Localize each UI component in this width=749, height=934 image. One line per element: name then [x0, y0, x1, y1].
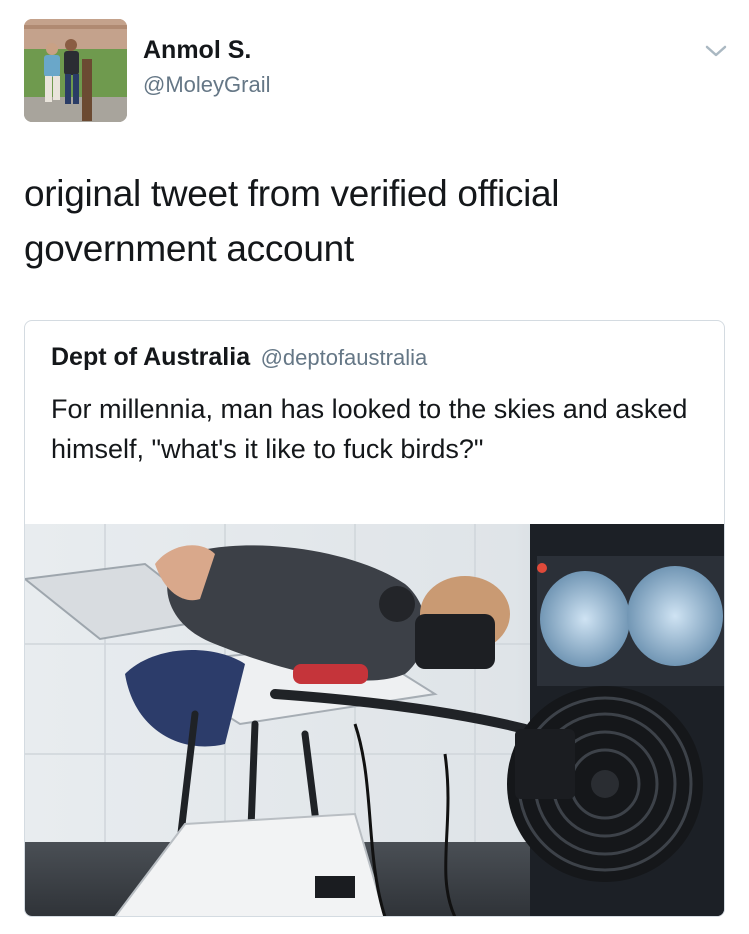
chevron-down-icon[interactable]	[703, 40, 729, 62]
tweet-text: original tweet from verified official go…	[24, 173, 560, 269]
quoted-tweet-card[interactable]: Dept of Australia @deptofaustralia For m…	[24, 320, 725, 917]
quoted-tweet-text: For millennia, man has looked to the ski…	[51, 394, 688, 464]
profile-photo	[24, 19, 127, 122]
quoted-author-display-name: Dept of Australia	[51, 343, 251, 371]
author-display-name[interactable]: Anmol S.	[143, 36, 251, 65]
avatar[interactable]	[24, 19, 127, 122]
author-handle[interactable]: @MoleyGrail	[143, 72, 270, 98]
quoted-author-handle: @deptofaustralia	[260, 345, 428, 370]
quoted-tweet-header: Dept of Australia @deptofaustralia	[51, 343, 427, 372]
quoted-tweet-photo[interactable]	[25, 524, 724, 916]
